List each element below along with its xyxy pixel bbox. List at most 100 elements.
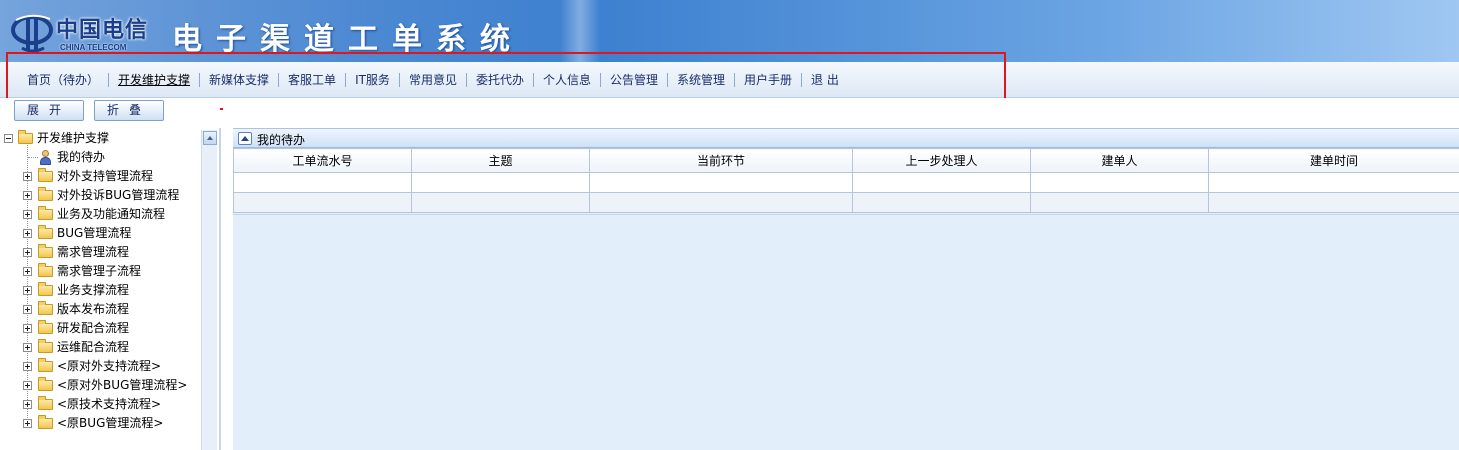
column-header[interactable]: 建单人 <box>1030 148 1209 173</box>
column-header[interactable]: 主题 <box>411 148 590 173</box>
tree-expand-toggle-icon[interactable] <box>23 362 32 371</box>
china-telecom-logo: 中国电信 CHINA TELECOM <box>8 6 158 56</box>
tree-expand-toggle-icon[interactable] <box>23 248 32 257</box>
tree-expand-toggle-icon[interactable] <box>23 172 32 181</box>
nav-item-8[interactable]: 公告管理 <box>601 72 667 88</box>
expand-all-button[interactable]: 展开 <box>14 100 84 121</box>
tree-root-label: 开发维护支撑 <box>37 131 110 145</box>
main-content: 我的待办 工单流水号 主题 当前环节 上一步处理人 建单人 建单时间 <box>223 98 1459 450</box>
main-nav-list: 首页（待办） 开发维护支撑 新媒体支撑 客服工单 IT服务 常用意见 委托代办 个人信息 公告管… <box>18 72 848 88</box>
folder-icon <box>38 320 53 334</box>
scroll-up-arrow-icon[interactable] <box>203 131 217 145</box>
my-todo-panel: 我的待办 工单流水号 主题 当前环节 上一步处理人 建单人 建单时间 <box>233 128 1459 215</box>
tree-item-folder[interactable]: <原对外BUG管理流程> <box>0 376 200 395</box>
nav-item-3[interactable]: 客服工单 <box>279 72 345 88</box>
tree-item-folder[interactable]: 需求管理流程 <box>0 243 200 262</box>
tree-expand-toggle-icon[interactable] <box>23 381 32 390</box>
panel-title-bar: 我的待办 <box>233 128 1459 148</box>
folder-icon <box>38 301 53 315</box>
tree-item-folder[interactable]: 对外投诉BUG管理流程 <box>0 186 200 205</box>
table-cell <box>411 192 590 213</box>
tree-root[interactable]: 开发维护支撑 <box>0 129 200 148</box>
tree-item-folder[interactable]: <原技术支持流程> <box>0 395 200 414</box>
tree-item-folder[interactable]: 版本发布流程 <box>0 300 200 319</box>
tree-expand-toggle-icon[interactable] <box>23 229 32 238</box>
nav-item-2[interactable]: 新媒体支撑 <box>200 72 278 88</box>
column-header[interactable]: 上一步处理人 <box>852 148 1031 173</box>
nav-item-0[interactable]: 首页（待办） <box>18 72 108 88</box>
folder-icon <box>38 263 53 277</box>
folder-icon <box>38 225 53 239</box>
tree-expand-toggle-icon[interactable] <box>23 324 32 333</box>
tree-item-label: 业务支撑流程 <box>57 283 130 297</box>
folder-icon <box>38 244 53 258</box>
table-row[interactable] <box>233 192 1459 213</box>
column-header[interactable]: 建单时间 <box>1208 148 1459 173</box>
table-cell <box>852 172 1031 193</box>
panel-collapse-icon[interactable] <box>238 132 252 145</box>
tree-item-my-todo[interactable]: 我的待办 <box>0 148 200 167</box>
system-title: 电子渠道工单系统 <box>172 22 524 57</box>
tree-expand-toggle-icon[interactable] <box>23 343 32 352</box>
tree-collapse-toggle-icon[interactable] <box>4 134 13 143</box>
tree-item-folder[interactable]: 运维配合流程 <box>0 338 200 357</box>
tree-item-folder[interactable]: 业务及功能通知流程 <box>0 205 200 224</box>
table-cell <box>852 192 1031 213</box>
tree-item-folder[interactable]: <原对外支持流程> <box>0 357 200 376</box>
tree-item-label: 版本发布流程 <box>57 302 130 316</box>
folder-icon <box>38 206 53 220</box>
tree-expand-toggle-icon[interactable] <box>23 305 32 314</box>
tree-expand-toggle-icon[interactable] <box>23 419 32 428</box>
main-empty-area <box>233 215 1459 450</box>
folder-icon <box>38 358 53 372</box>
table-cell <box>411 172 590 193</box>
table-cell <box>589 172 853 193</box>
tree-item-label: 需求管理子流程 <box>57 264 142 278</box>
nav-item-10[interactable]: 用户手册 <box>735 72 801 88</box>
main-nav-bar: 首页（待办） 开发维护支撑 新媒体支撑 客服工单 IT服务 常用意见 委托代办 个人信息 公告管… <box>0 62 1459 98</box>
tree-expand-toggle-icon[interactable] <box>23 267 32 276</box>
nav-item-1[interactable]: 开发维护支撑 <box>109 72 199 88</box>
tree-scrollbar[interactable] <box>201 130 217 450</box>
tree-item-label: <原BUG管理流程> <box>57 416 164 430</box>
tree-item-label: 对外投诉BUG管理流程 <box>57 188 180 202</box>
tree-expand-toggle-icon[interactable] <box>23 400 32 409</box>
tree-item-folder[interactable]: BUG管理流程 <box>0 224 200 243</box>
logo-english-text: CHINA TELECOM <box>60 43 127 52</box>
tree-item-folder[interactable]: 研发配合流程 <box>0 319 200 338</box>
tree-item-label: BUG管理流程 <box>57 226 132 240</box>
tree-expand-toggle-icon[interactable] <box>23 210 32 219</box>
tree-item-folder[interactable]: 业务支撑流程 <box>0 281 200 300</box>
navigation-tree[interactable]: 开发维护支撑 我的待办对外支持管理流程对外投诉BUG管理流程业务及功能通知流程 B… <box>0 128 221 450</box>
tree-item-folder[interactable]: 需求管理子流程 <box>0 262 200 281</box>
tree-expand-toggle-icon[interactable] <box>23 191 32 200</box>
table-cell <box>589 192 853 213</box>
nav-item-7[interactable]: 个人信息 <box>534 72 600 88</box>
nav-item-6[interactable]: 委托代办 <box>467 72 533 88</box>
table-cell <box>233 192 412 213</box>
table-cell <box>233 172 412 193</box>
collapse-all-button[interactable]: 折叠 <box>94 100 164 121</box>
table-cell <box>1208 172 1459 193</box>
table-body <box>233 172 1459 213</box>
table-row[interactable] <box>233 172 1459 193</box>
table-cell <box>1208 192 1459 213</box>
user-icon <box>39 150 52 165</box>
panel-body: 工单流水号 主题 当前环节 上一步处理人 建单人 建单时间 <box>233 148 1459 215</box>
folder-icon <box>38 377 53 391</box>
tree-item-folder[interactable]: <原BUG管理流程> <box>0 414 200 433</box>
folder-icon <box>38 168 53 182</box>
nav-item-9[interactable]: 系统管理 <box>668 72 734 88</box>
nav-item-5[interactable]: 常用意见 <box>400 72 466 88</box>
tree-expand-toggle-icon[interactable] <box>23 286 32 295</box>
tree-item-label: 需求管理流程 <box>57 245 130 259</box>
nav-item-11[interactable]: 退 出 <box>802 72 848 88</box>
header-streak <box>560 0 600 62</box>
nav-item-4[interactable]: IT服务 <box>346 72 399 88</box>
tree-item-label: 对外支持管理流程 <box>57 169 154 183</box>
tree-item-label: <原技术支持流程> <box>57 397 162 411</box>
column-header[interactable]: 工单流水号 <box>233 148 412 173</box>
tree-item-folder[interactable]: 对外支持管理流程 <box>0 167 200 186</box>
tree-toolbar: 展开 折叠 <box>0 98 220 128</box>
column-header[interactable]: 当前环节 <box>589 148 853 173</box>
